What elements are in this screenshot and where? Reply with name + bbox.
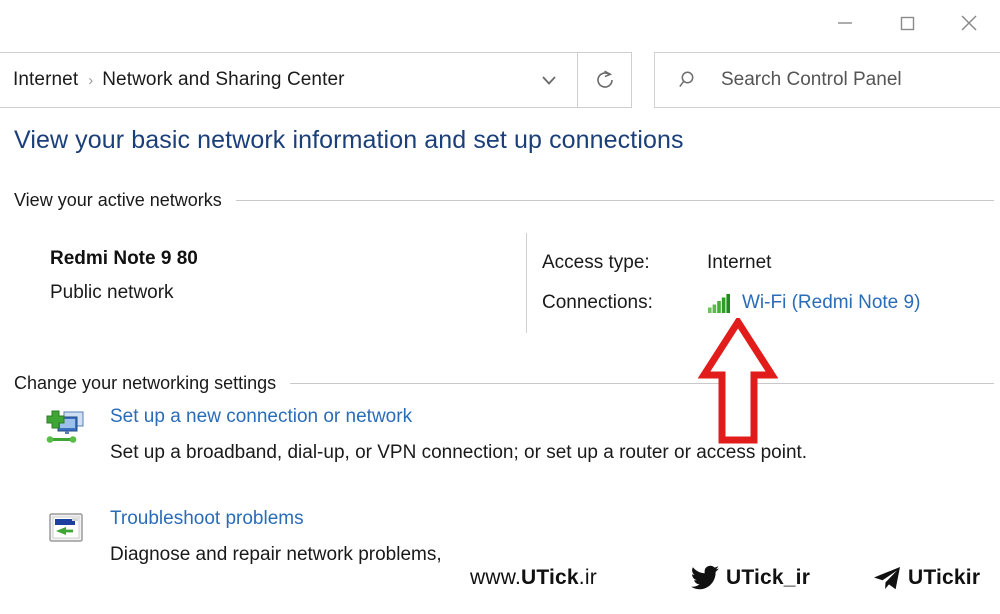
watermark-twitter-handle: UTick_ir: [726, 566, 811, 589]
new-connection-icon: [44, 406, 90, 453]
refresh-button[interactable]: [578, 52, 632, 108]
connections-label: Connections:: [542, 292, 653, 313]
breadcrumb-dropdown-button[interactable]: [521, 53, 577, 107]
page-title: View your basic network information and …: [14, 126, 684, 154]
close-button[interactable]: [938, 0, 1000, 46]
setting-body: Troubleshoot problems Diagnose and repai…: [110, 508, 442, 566]
section-rule: [235, 200, 994, 201]
wifi-signal-icon: [708, 294, 730, 313]
chevron-down-icon: [542, 76, 556, 85]
refresh-icon: [596, 70, 613, 88]
navigation-bar: Internet › Network and Sharing Center: [0, 52, 1000, 108]
network-name: Redmi Note 9 80: [50, 248, 198, 269]
minimize-button[interactable]: [814, 0, 876, 46]
window-title-bar: [0, 0, 1000, 46]
watermark-site-suffix: .ir: [578, 566, 597, 589]
window-controls: [814, 0, 1000, 46]
breadcrumb-separator: ›: [88, 71, 94, 89]
active-network-summary: Redmi Note 9 80 Public network: [50, 248, 198, 304]
active-network-details: Access type: Internet Connections: Wi-Fi…: [542, 248, 920, 318]
telegram-plane-icon: [874, 567, 900, 590]
watermark-site-prefix: www.: [470, 566, 521, 589]
section-rule: [290, 383, 994, 384]
setting-item-troubleshoot: Troubleshoot problems Diagnose and repai…: [44, 508, 944, 566]
red-up-arrow-annotation: [697, 315, 779, 453]
maximize-button[interactable]: [876, 0, 938, 46]
close-icon: [961, 15, 977, 31]
watermark-telegram: UTickir: [872, 565, 980, 591]
breadcrumb-item-network-and-sharing-center[interactable]: Network and Sharing Center: [102, 69, 344, 91]
setting-item-new-connection: Set up a new connection or network Set u…: [44, 406, 944, 464]
section-header-change-settings: Change your networking settings: [14, 373, 994, 394]
troubleshoot-icon: [44, 508, 90, 555]
access-type-label: Access type:: [542, 252, 650, 273]
watermark-website: www. UTick .ir: [470, 566, 597, 590]
access-type-value: Internet: [707, 252, 772, 273]
search-box[interactable]: [654, 52, 1000, 108]
twitter-bird-icon: [690, 565, 719, 590]
network-details-divider: [526, 233, 527, 333]
address-bar[interactable]: Internet › Network and Sharing Center: [0, 52, 578, 108]
watermark-site-name: UTick: [520, 566, 579, 589]
section-label-change-settings: Change your networking settings: [14, 373, 277, 393]
detail-row-access-type: Access type: Internet: [542, 248, 920, 278]
minimize-icon: [838, 22, 852, 24]
search-input[interactable]: [721, 69, 971, 91]
watermark-bar: www. UTick .ir UTick_ir UTickir: [0, 562, 1000, 602]
section-label-active-networks: View your active networks: [14, 190, 222, 210]
search-icon: [679, 71, 694, 88]
connections-value-link[interactable]: Wi-Fi (Redmi Note 9): [742, 292, 920, 314]
watermark-telegram-handle: UTickir: [908, 566, 981, 589]
section-header-active-networks: View your active networks: [14, 190, 994, 211]
breadcrumb-item-internet[interactable]: Internet: [13, 69, 78, 91]
setting-link-troubleshoot[interactable]: Troubleshoot problems: [110, 508, 442, 530]
network-profile-type: Public network: [50, 282, 174, 303]
watermark-twitter: UTick_ir: [690, 565, 810, 591]
detail-row-connections: Connections: Wi-Fi (Redmi Note 9): [542, 288, 920, 318]
maximize-icon: [900, 16, 915, 31]
